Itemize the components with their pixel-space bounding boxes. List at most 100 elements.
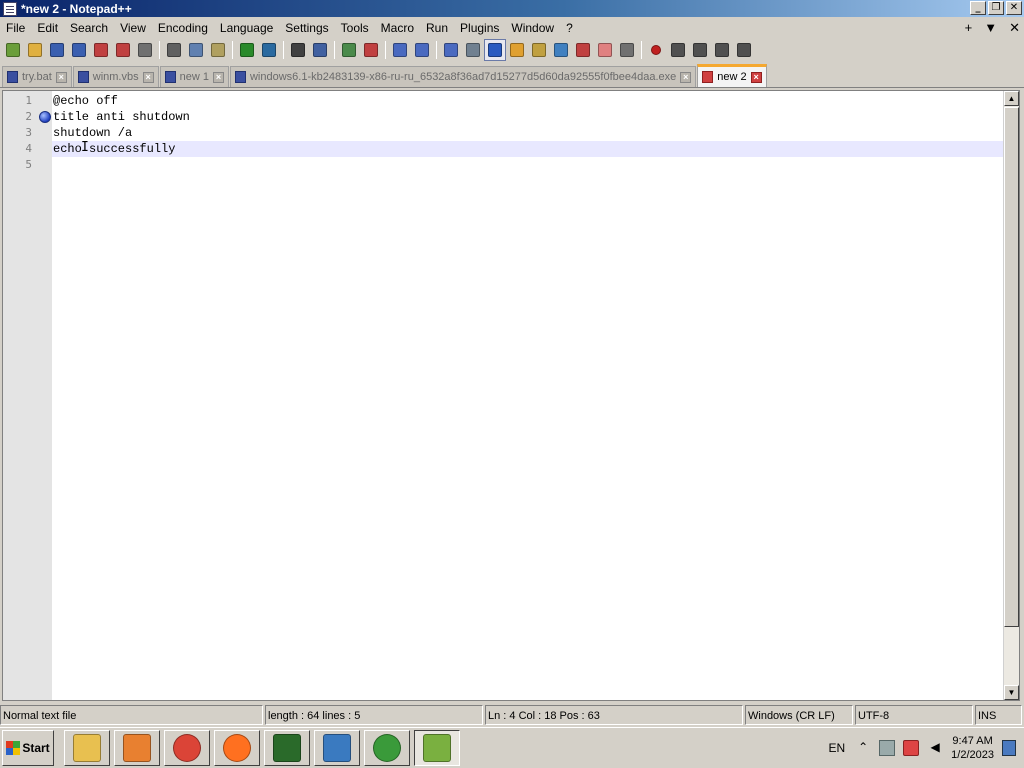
doc-map-button[interactable]	[528, 39, 550, 61]
volume-icon[interactable]: ◀	[927, 740, 943, 756]
sync-horizontal-button[interactable]	[411, 39, 433, 61]
notepadpp-app-icon[interactable]	[3, 1, 17, 16]
function-list-button[interactable]	[550, 39, 572, 61]
tab-close-icon[interactable]: ×	[55, 71, 67, 83]
find-button[interactable]	[287, 39, 309, 61]
open-file-button[interactable]	[24, 39, 46, 61]
document-tab[interactable]: new 1 ×	[159, 66, 229, 87]
status-position: Ln : 4 Col : 18 Pos : 63	[485, 705, 743, 725]
menu-plugins[interactable]: Plugins	[454, 18, 505, 38]
line-number: 3	[25, 126, 32, 139]
show-desktop-icon[interactable]	[1002, 740, 1016, 756]
tab-list-dropdown-icon[interactable]: ▼	[984, 18, 997, 38]
toolbar-separator	[436, 41, 437, 59]
menu-settings[interactable]: Settings	[279, 18, 334, 38]
tab-close-icon[interactable]: ×	[142, 71, 154, 83]
status-eol[interactable]: Windows (CR LF)	[745, 705, 853, 725]
tab-close-icon[interactable]: ×	[750, 71, 762, 83]
menu-encoding[interactable]: Encoding	[152, 18, 214, 38]
copy-button[interactable]	[185, 39, 207, 61]
bookmark-margin[interactable]	[37, 91, 52, 700]
notepadpp-taskbar-button[interactable]	[414, 730, 460, 766]
minimize-button[interactable]: _	[970, 1, 986, 15]
action-center-icon[interactable]	[879, 740, 896, 756]
menu-right-controls: + ▼ ✕	[965, 18, 1020, 38]
menu-tools[interactable]: Tools	[335, 18, 375, 38]
tab-close-icon[interactable]: ×	[680, 71, 692, 83]
close-window-button[interactable]: ✕	[1006, 1, 1022, 15]
save-button[interactable]	[46, 39, 68, 61]
network-globe-taskbar-button[interactable]	[364, 730, 410, 766]
zoom-in-button[interactable]	[338, 39, 360, 61]
stop-macro-button[interactable]	[667, 39, 689, 61]
word-wrap-button[interactable]	[440, 39, 462, 61]
code-line[interactable]: shutdown /a	[53, 125, 132, 141]
user-language-button[interactable]	[506, 39, 528, 61]
show-hidden-icons-icon[interactable]: ⌃	[855, 740, 871, 756]
replace-button[interactable]	[309, 39, 331, 61]
menu-edit[interactable]: Edit	[31, 18, 64, 38]
play-macro-button[interactable]	[689, 39, 711, 61]
record-macro-button[interactable]	[645, 39, 667, 61]
print-button[interactable]	[134, 39, 156, 61]
network-error-icon[interactable]	[903, 740, 920, 756]
code-line[interactable]: @echo off	[53, 93, 118, 109]
save-macro-button[interactable]	[733, 39, 755, 61]
media-player-taskbar-button[interactable]	[114, 730, 160, 766]
chrome-taskbar-button[interactable]	[164, 730, 210, 766]
vertical-scrollbar[interactable]: ▲ ▼	[1003, 91, 1019, 700]
firefox-taskbar-button[interactable]	[214, 730, 260, 766]
show-all-chars-button[interactable]	[462, 39, 484, 61]
tab-close-icon[interactable]: ×	[212, 71, 224, 83]
file-explorer-taskbar-button[interactable]	[64, 730, 110, 766]
scroll-up-arrow-icon[interactable]: ▲	[1004, 91, 1019, 106]
zoom-out-button[interactable]	[360, 39, 382, 61]
redo-button[interactable]	[258, 39, 280, 61]
close-all-button[interactable]	[112, 39, 134, 61]
sync-vertical-button[interactable]	[389, 39, 411, 61]
restore-button[interactable]: ❐	[988, 1, 1004, 15]
document-tab[interactable]: windows6.1-kb2483139-x86-ru-ru_6532a8f36…	[229, 66, 697, 87]
start-button[interactable]: Start	[2, 730, 54, 766]
menu-help[interactable]: ?	[560, 18, 579, 38]
control-panel-taskbar-button[interactable]	[314, 730, 360, 766]
menu-window[interactable]: Window	[505, 18, 560, 38]
task-manager-taskbar-button[interactable]	[264, 730, 310, 766]
document-tab[interactable]: winm.vbs ×	[72, 66, 159, 87]
close-button[interactable]	[90, 39, 112, 61]
close-all-icon	[116, 43, 130, 57]
menu-language[interactable]: Language	[214, 18, 279, 38]
paste-button[interactable]	[207, 39, 229, 61]
menu-run[interactable]: Run	[420, 18, 454, 38]
document-tab[interactable]: new 2 ×	[697, 64, 767, 87]
bookmark-icon[interactable]	[39, 111, 51, 123]
editor-pane[interactable]: 1 @echo off 2 title anti shutdown 3 shutdown …	[2, 90, 1020, 701]
macro-bubble-button[interactable]	[616, 39, 638, 61]
close-document-icon[interactable]: ✕	[1009, 18, 1020, 38]
cut-button[interactable]	[163, 39, 185, 61]
new-tab-plus-icon[interactable]: +	[965, 18, 973, 38]
save-all-button[interactable]	[68, 39, 90, 61]
code-line[interactable]: echo successfully	[53, 141, 175, 157]
undo-button[interactable]	[236, 39, 258, 61]
status-length: length : 64 lines : 5	[265, 705, 483, 725]
indent-guide-button[interactable]	[484, 39, 506, 61]
new-file-button[interactable]	[2, 39, 24, 61]
status-encoding[interactable]: UTF-8	[855, 705, 973, 725]
current-line-highlight	[52, 141, 1003, 157]
document-tab[interactable]: try.bat ×	[2, 66, 72, 87]
monitoring-button[interactable]	[594, 39, 616, 61]
system-clock[interactable]: 9:47 AM 1/2/2023	[951, 734, 994, 762]
menu-macro[interactable]: Macro	[375, 18, 420, 38]
code-line[interactable]: title anti shutdown	[53, 109, 190, 125]
menu-view[interactable]: View	[114, 18, 152, 38]
language-indicator[interactable]: EN	[829, 741, 846, 755]
scroll-thumb[interactable]	[1004, 107, 1019, 627]
folder-workspace-button[interactable]	[572, 39, 594, 61]
media-player-icon	[123, 734, 151, 762]
play-multiple-button[interactable]	[711, 39, 733, 61]
menu-file[interactable]: File	[0, 18, 31, 38]
scroll-down-arrow-icon[interactable]: ▼	[1004, 685, 1019, 700]
menu-search[interactable]: Search	[64, 18, 114, 38]
word-wrap-icon	[444, 43, 458, 57]
